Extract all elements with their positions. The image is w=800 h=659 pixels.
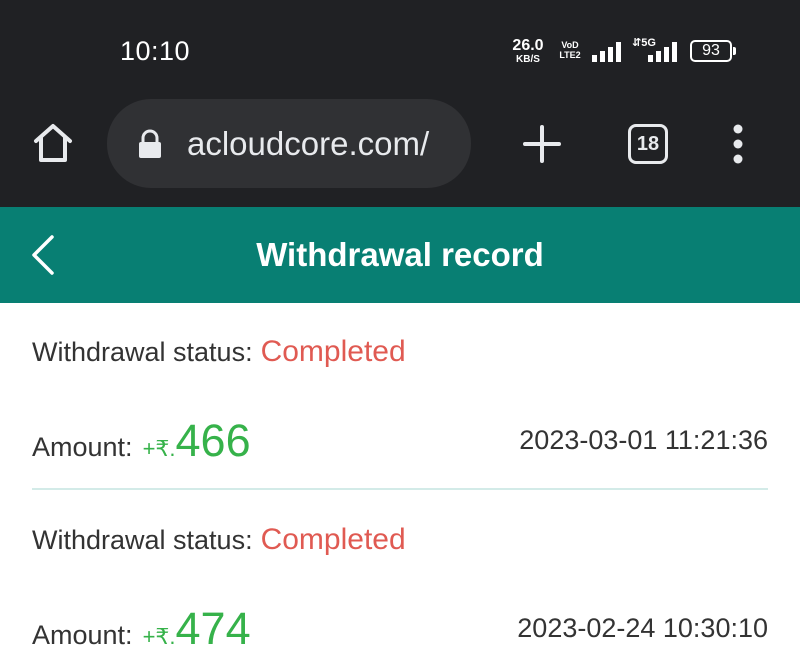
withdrawal-record-list: Withdrawal status: Completed Amount: +₹. … bbox=[0, 303, 800, 659]
amount-value: 474 bbox=[175, 603, 251, 654]
withdrawal-status-row: Withdrawal status: Completed bbox=[32, 523, 406, 557]
amount-value: 466 bbox=[175, 415, 251, 466]
signal-strength-icon bbox=[592, 42, 621, 62]
amount-prefix: +₹. bbox=[142, 624, 176, 649]
browser-toolbar: acloudcore.com/ 18 bbox=[0, 96, 800, 207]
page-title: Withdrawal record bbox=[256, 236, 544, 273]
amount-label: Amount: bbox=[32, 620, 133, 650]
withdrawal-status-value: Completed bbox=[260, 335, 406, 368]
list-item: Withdrawal status: Completed Amount: +₹. … bbox=[0, 491, 800, 659]
status-time: 10:10 bbox=[120, 36, 191, 66]
record-timestamp: 2023-03-01 11:21:36 bbox=[519, 425, 768, 455]
withdrawal-status-value: Completed bbox=[260, 523, 406, 556]
app-header: Withdrawal record bbox=[0, 207, 800, 303]
back-arrow-icon[interactable] bbox=[26, 231, 60, 279]
record-timestamp: 2023-02-24 10:30:10 bbox=[517, 613, 768, 643]
amount-label: Amount: bbox=[32, 432, 133, 462]
battery-icon: 93 bbox=[690, 40, 736, 62]
status-bar: 10:10 26.0 KB/S VoD LTE2 ⇵5G 93 bbox=[0, 0, 800, 96]
volte-top-label: VoD bbox=[561, 40, 579, 50]
divider bbox=[32, 488, 768, 490]
data-activity-icon: ⇵ bbox=[632, 37, 642, 49]
home-icon[interactable] bbox=[28, 118, 78, 168]
tab-switcher-button[interactable]: 18 bbox=[628, 124, 668, 164]
list-item: Withdrawal status: Completed Amount: +₹. … bbox=[0, 303, 800, 491]
volte-indicator: VoD LTE2 bbox=[556, 40, 584, 60]
network-speed-unit: KB/S bbox=[516, 54, 540, 65]
network-speed: 26.0 KB/S bbox=[508, 38, 548, 65]
address-bar[interactable]: acloudcore.com/ bbox=[107, 99, 471, 188]
volte-bottom-label: LTE2 bbox=[559, 50, 581, 60]
withdrawal-status-label: Withdrawal status: bbox=[32, 337, 253, 367]
amount-row: Amount: +₹. 474 bbox=[32, 603, 251, 655]
plus-icon[interactable] bbox=[522, 124, 562, 164]
amount-prefix: +₹. bbox=[142, 436, 176, 461]
lock-icon bbox=[139, 129, 161, 158]
signal-strength-5g-icon bbox=[648, 42, 677, 62]
url-text[interactable]: acloudcore.com/ bbox=[187, 125, 429, 163]
network-speed-value: 26.0 bbox=[512, 37, 544, 54]
withdrawal-status-row: Withdrawal status: Completed bbox=[32, 335, 406, 369]
more-vertical-icon[interactable] bbox=[728, 124, 748, 164]
withdrawal-status-label: Withdrawal status: bbox=[32, 525, 253, 555]
amount-row: Amount: +₹. 466 bbox=[32, 415, 251, 467]
